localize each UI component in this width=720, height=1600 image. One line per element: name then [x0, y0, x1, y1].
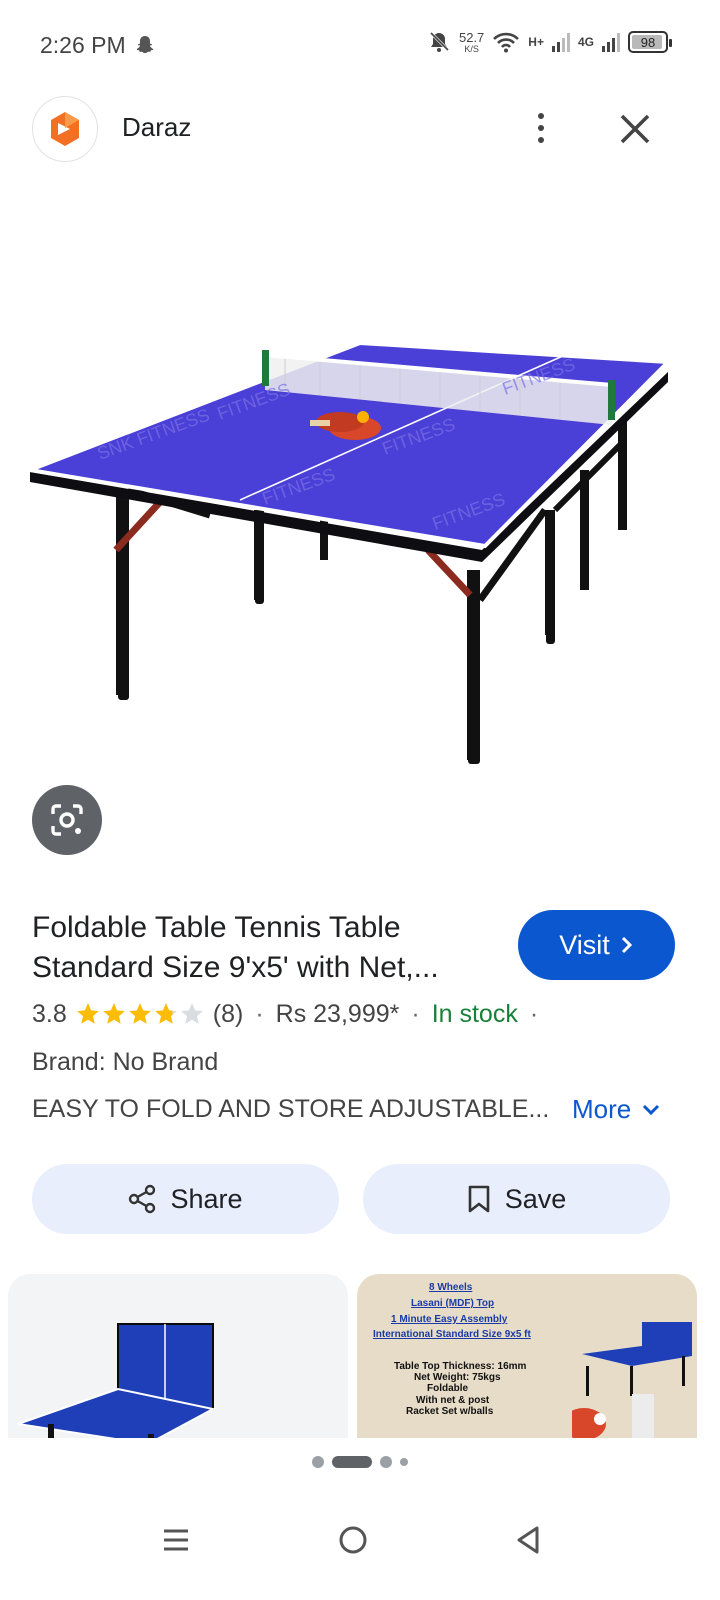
- product-image[interactable]: SNK FITNESS FITNESS FITNESS FITNESS FITN…: [0, 190, 720, 790]
- price: Rs 23,999*: [275, 999, 400, 1028]
- star-icon: [154, 1003, 177, 1024]
- menu-icon: [164, 1529, 188, 1551]
- menu-button[interactable]: [146, 1510, 206, 1570]
- site-name: Daraz: [122, 112, 192, 142]
- signal-icon: [602, 33, 620, 52]
- thumb-spec-4: With net & post: [416, 1395, 490, 1406]
- home-circle-icon: [339, 1526, 367, 1554]
- home-button[interactable]: [323, 1510, 383, 1570]
- more-vert-icon[interactable]: [524, 108, 558, 148]
- signal-2-label: 4G: [577, 35, 594, 49]
- thumb-line-4: International Standard Size 9x5 ft: [373, 1329, 531, 1340]
- signal-icon: [551, 33, 570, 52]
- thumb-line-2: Lasani (MDF) Top: [411, 1298, 495, 1309]
- visit-label: Visit: [559, 929, 610, 960]
- thumb-line-3: 1 Minute Easy Assembly: [391, 1314, 508, 1325]
- signal-1-label: H+: [528, 35, 544, 49]
- separator: ·: [255, 999, 264, 1028]
- net-speed-unit: K/S: [464, 43, 479, 54]
- save-button[interactable]: Save: [363, 1164, 670, 1234]
- status-time: 2:26 PM: [40, 32, 126, 58]
- carousel-pager: [0, 1456, 720, 1468]
- thumb-spec-2: Net Weight: 75kgs: [414, 1372, 501, 1383]
- bookmark-icon: [468, 1185, 490, 1213]
- description-row: EASY TO FOLD AND STORE ADJUSTABLE... Mor…: [32, 1094, 672, 1125]
- back-button[interactable]: [498, 1510, 558, 1570]
- snapchat-icon: [134, 34, 156, 61]
- battery-icon: 98: [628, 31, 672, 53]
- pager-dot: [400, 1458, 408, 1466]
- page-header: Daraz: [0, 92, 720, 168]
- more-button[interactable]: More: [572, 1094, 661, 1125]
- thumb-spec-3: Foldable: [427, 1383, 469, 1394]
- lens-search-button[interactable]: [32, 785, 102, 855]
- pager-dot: [312, 1456, 324, 1468]
- chevron-down-icon: [643, 1104, 660, 1115]
- rating-stars: [75, 1001, 205, 1027]
- thumbnail-2[interactable]: 8 Wheels Lasani (MDF) Top 1 Minute Easy …: [357, 1274, 697, 1438]
- rating-value: 3.8: [32, 999, 67, 1028]
- net-speed: 52.7 K/S: [459, 31, 484, 54]
- more-label: More: [572, 1094, 632, 1124]
- battery-level: 98: [640, 34, 656, 50]
- image-carousel: 8 Wheels Lasani (MDF) Top 1 Minute Easy …: [8, 1274, 712, 1438]
- share-button[interactable]: Share: [32, 1164, 339, 1234]
- thumb-spec-5: Racket Set w/balls: [406, 1406, 494, 1417]
- share-label: Share: [170, 1183, 243, 1214]
- share-icon: [129, 1184, 156, 1214]
- back-triangle-icon: [517, 1526, 539, 1554]
- net-speed-value: 52.7: [458, 29, 485, 45]
- review-count[interactable]: (8): [213, 1000, 244, 1029]
- system-nav-bar: [0, 1490, 720, 1600]
- thumb-line-1: 8 Wheels: [429, 1282, 473, 1293]
- brand-text: Brand: No Brand: [32, 1048, 219, 1076]
- description-text: EASY TO FOLD AND STORE ADJUSTABLE...: [32, 1095, 550, 1123]
- pager-dot: [380, 1456, 392, 1468]
- thumb-spec-1: Table Top Thickness: 16mm: [394, 1361, 527, 1372]
- close-icon[interactable]: [614, 108, 656, 150]
- pager-dot-active: [332, 1456, 372, 1468]
- star-icon: [102, 1003, 125, 1024]
- product-title[interactable]: Foldable Table Tennis Table Standard Siz…: [32, 908, 492, 988]
- save-label: Save: [504, 1183, 567, 1214]
- star-icon: [76, 1003, 99, 1024]
- chevron-right-icon: [621, 936, 632, 954]
- status-icons: 52.7 K/S H+ 4G 98: [427, 30, 672, 54]
- thumbnail-1[interactable]: [8, 1274, 348, 1438]
- status-bar: 2:26 PM 52.7 K/S H+ 4G 98: [0, 0, 720, 92]
- daraz-logo-icon[interactable]: [32, 96, 98, 162]
- visit-button[interactable]: Visit: [518, 910, 675, 980]
- product-meta: 3.8 (8) · Rs 23,999* · In stock ·: [32, 996, 550, 1032]
- separator: ·: [529, 999, 539, 1028]
- wifi-icon: [493, 32, 520, 53]
- separator: ·: [411, 999, 420, 1028]
- lens-icon: [51, 804, 83, 836]
- mute-bell-icon: [429, 31, 450, 52]
- star-icon: [180, 1003, 203, 1024]
- star-icon: [128, 1003, 151, 1024]
- stock-status: In stock: [431, 999, 518, 1028]
